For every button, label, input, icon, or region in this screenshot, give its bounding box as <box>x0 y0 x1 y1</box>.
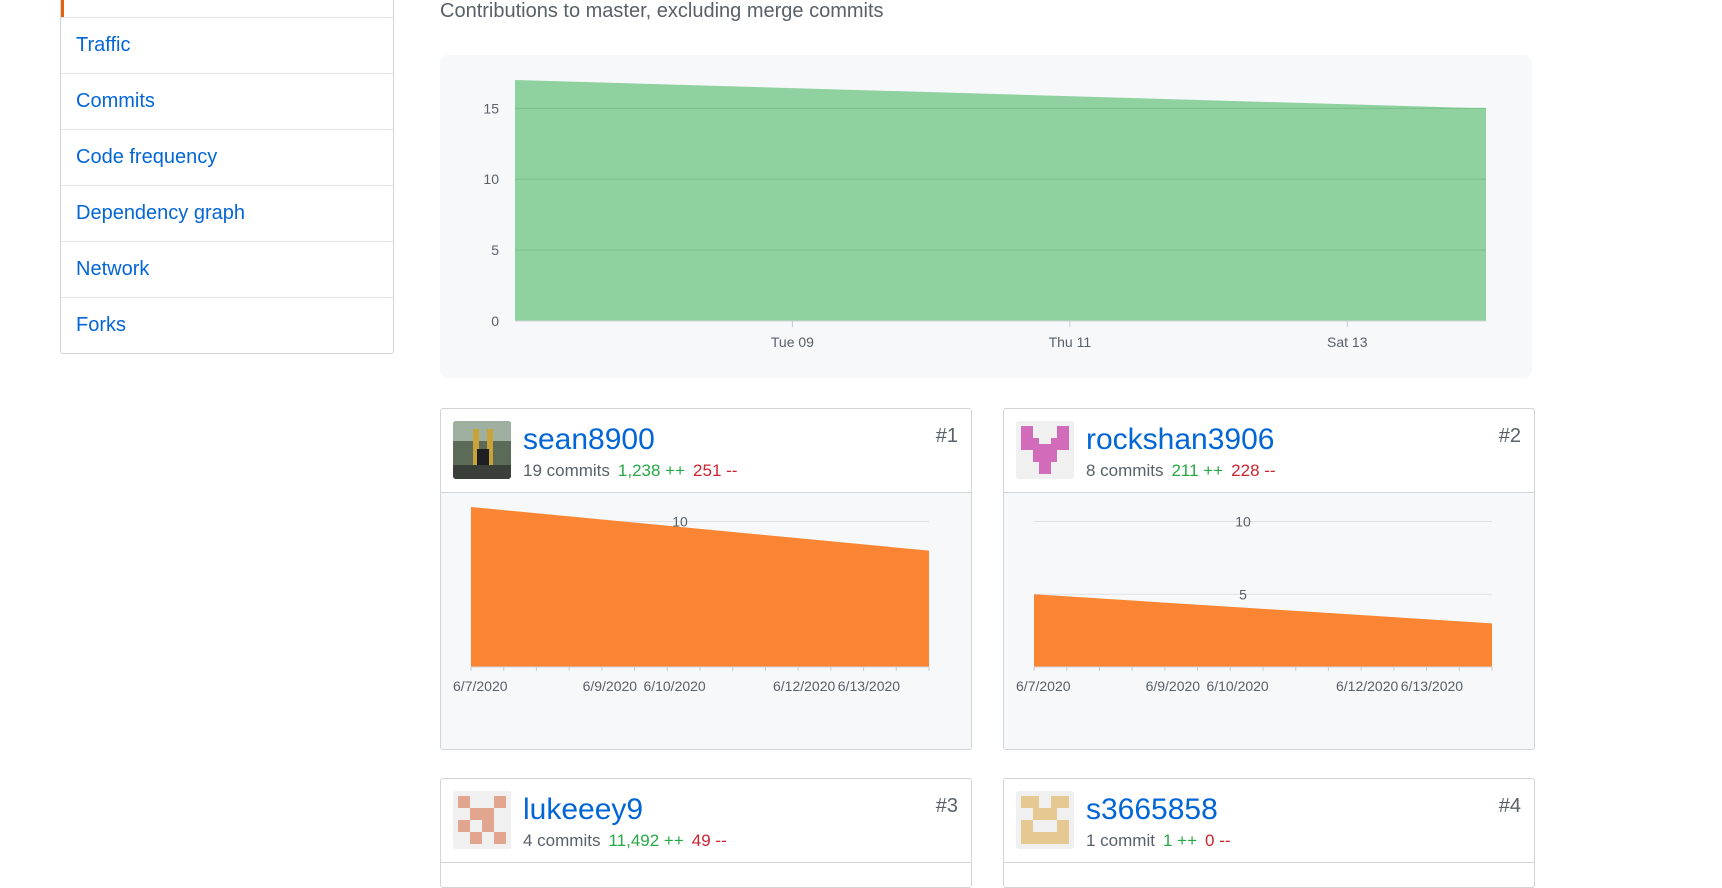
additions-count: 11,492 ++ <box>608 831 684 850</box>
contributor-chart-svg: 10 5 6/7/2020 6/9/2020 6/10/2020 6/12/2020 6/1… <box>1016 514 1493 694</box>
insights-sidebar: Traffic Commits Code frequency Dependenc… <box>60 0 394 354</box>
sidebar-item-contributors[interactable] <box>61 0 393 17</box>
x-tick-label: 6/9/2020 <box>1146 678 1201 694</box>
y-tick-label: 10 <box>483 171 499 187</box>
avatar[interactable] <box>453 791 511 849</box>
avatar-photo-icon <box>453 421 511 479</box>
contributor-rank: #4 <box>1498 795 1521 817</box>
deletions-count: 0 -- <box>1205 831 1231 850</box>
avatar[interactable] <box>1016 421 1074 479</box>
additions-count: 211 ++ <box>1171 461 1224 480</box>
x-tick-label: Sat 13 <box>1327 334 1368 350</box>
y-tick-label: 5 <box>1239 586 1247 602</box>
x-tick-label: 6/12/2020 <box>773 678 835 694</box>
contributor-rank: #2 <box>1498 425 1521 447</box>
avatar[interactable] <box>1016 791 1074 849</box>
deletions-count: 228 -- <box>1231 461 1276 480</box>
contributor-card: rockshan3906 8 commits 211 ++ 228 -- #2 10… <box>1003 408 1535 750</box>
x-tick-label: 6/13/2020 <box>838 678 900 694</box>
contributor-card: s3665858 1 commit 1 ++ 0 -- #4 <box>1003 778 1535 888</box>
contributor-card-header: lukeeey9 4 commits 11,492 ++ 49 -- #3 <box>441 779 971 863</box>
avatar[interactable] <box>453 421 511 479</box>
contributor-stats: 4 commits 11,492 ++ 49 -- <box>523 831 727 851</box>
x-tick-label: 6/10/2020 <box>643 678 705 694</box>
sidebar-item-label: Commits <box>76 90 155 112</box>
sidebar-item-commits[interactable]: Commits <box>61 73 393 129</box>
additions-count: 1 ++ <box>1162 831 1198 850</box>
additions-count: 1,238 ++ <box>617 461 686 480</box>
x-tick-label: 6/7/2020 <box>1016 678 1071 694</box>
x-tick-label: 6/13/2020 <box>1401 678 1463 694</box>
contributions-chart-svg: 0 5 10 15 Tue 09 Thu 11 Sat 13 <box>483 80 1486 350</box>
contributor-username-link[interactable]: lukeeey9 <box>523 793 643 827</box>
contributor-chart: 10 6/7/2020 6/9/2020 6/10/2020 6/12/2020 6/13… <box>441 493 971 749</box>
x-tick-label: Tue 09 <box>771 334 814 350</box>
sidebar-item-dependency-graph[interactable]: Dependency graph <box>61 185 393 241</box>
contributor-stats: 8 commits 211 ++ 228 -- <box>1086 461 1276 481</box>
contributions-area <box>515 80 1486 321</box>
sidebar-item-forks[interactable]: Forks <box>61 297 393 353</box>
commit-count: 4 commits <box>523 831 601 850</box>
y-tick-label: 5 <box>491 242 499 258</box>
sidebar-item-label: Traffic <box>76 34 131 56</box>
contributor-rank: #1 <box>935 425 958 447</box>
contributor-card: sean8900 19 commits 1,238 ++ 251 -- #1 10 6… <box>440 408 972 750</box>
sidebar-item-label: Network <box>76 258 150 280</box>
x-tick-label: 6/9/2020 <box>583 678 638 694</box>
sidebar-item-traffic[interactable]: Traffic <box>61 17 393 73</box>
x-tick-label: Thu 11 <box>1049 334 1092 350</box>
y-tick-label: 0 <box>491 313 499 329</box>
deletions-count: 49 -- <box>691 831 727 850</box>
x-tick-label: 6/10/2020 <box>1206 678 1268 694</box>
y-tick-label: 10 <box>1235 514 1251 530</box>
avatar-identicon-icon <box>453 791 511 849</box>
contributor-stats: 1 commit 1 ++ 0 -- <box>1086 831 1231 851</box>
x-tick-label: 6/7/2020 <box>453 678 508 694</box>
sidebar-item-label: Code frequency <box>76 146 218 168</box>
page-subtitle: Contributions to master, excluding merge… <box>440 0 884 22</box>
contributor-username-link[interactable]: rockshan3906 <box>1086 423 1274 457</box>
x-tick-label: 6/12/2020 <box>1336 678 1398 694</box>
contributor-card: lukeeey9 4 commits 11,492 ++ 49 -- #3 <box>440 778 972 888</box>
avatar-identicon-icon <box>1016 791 1074 849</box>
deletions-count: 251 -- <box>693 461 738 480</box>
contributor-area <box>1034 594 1492 667</box>
contributor-card-header: sean8900 19 commits 1,238 ++ 251 -- #1 <box>441 409 971 493</box>
sidebar-item-label: Dependency graph <box>76 202 246 224</box>
commit-count: 19 commits <box>523 461 610 480</box>
contributor-card-header: s3665858 1 commit 1 ++ 0 -- #4 <box>1004 779 1534 863</box>
sidebar-item-label: Forks <box>76 314 126 336</box>
contributions-chart: 0 5 10 15 Tue 09 Thu 11 Sat 13 <box>440 55 1532 378</box>
avatar-heart-identicon-icon <box>1016 421 1074 479</box>
contributor-username-link[interactable]: sean8900 <box>523 423 655 457</box>
y-tick-label: 15 <box>483 100 499 116</box>
commit-count: 8 commits <box>1086 461 1164 480</box>
contributor-rank: #3 <box>935 795 958 817</box>
contributor-area <box>471 507 929 667</box>
contributor-card-header: rockshan3906 8 commits 211 ++ 228 -- #2 <box>1004 409 1534 493</box>
sidebar-item-network[interactable]: Network <box>61 241 393 297</box>
commit-count: 1 commit <box>1086 831 1155 850</box>
contributor-chart-svg: 10 6/7/2020 6/9/2020 6/10/2020 6/12/2020 6/13… <box>453 507 930 694</box>
contributor-stats: 19 commits 1,238 ++ 251 -- <box>523 461 737 481</box>
contributor-username-link[interactable]: s3665858 <box>1086 793 1218 827</box>
contributor-chart: 10 5 6/7/2020 6/9/2020 6/10/2020 6/12/2020 6/1… <box>1004 493 1534 749</box>
sidebar-item-code-frequency[interactable]: Code frequency <box>61 129 393 185</box>
y-tick-label: 10 <box>672 514 688 530</box>
